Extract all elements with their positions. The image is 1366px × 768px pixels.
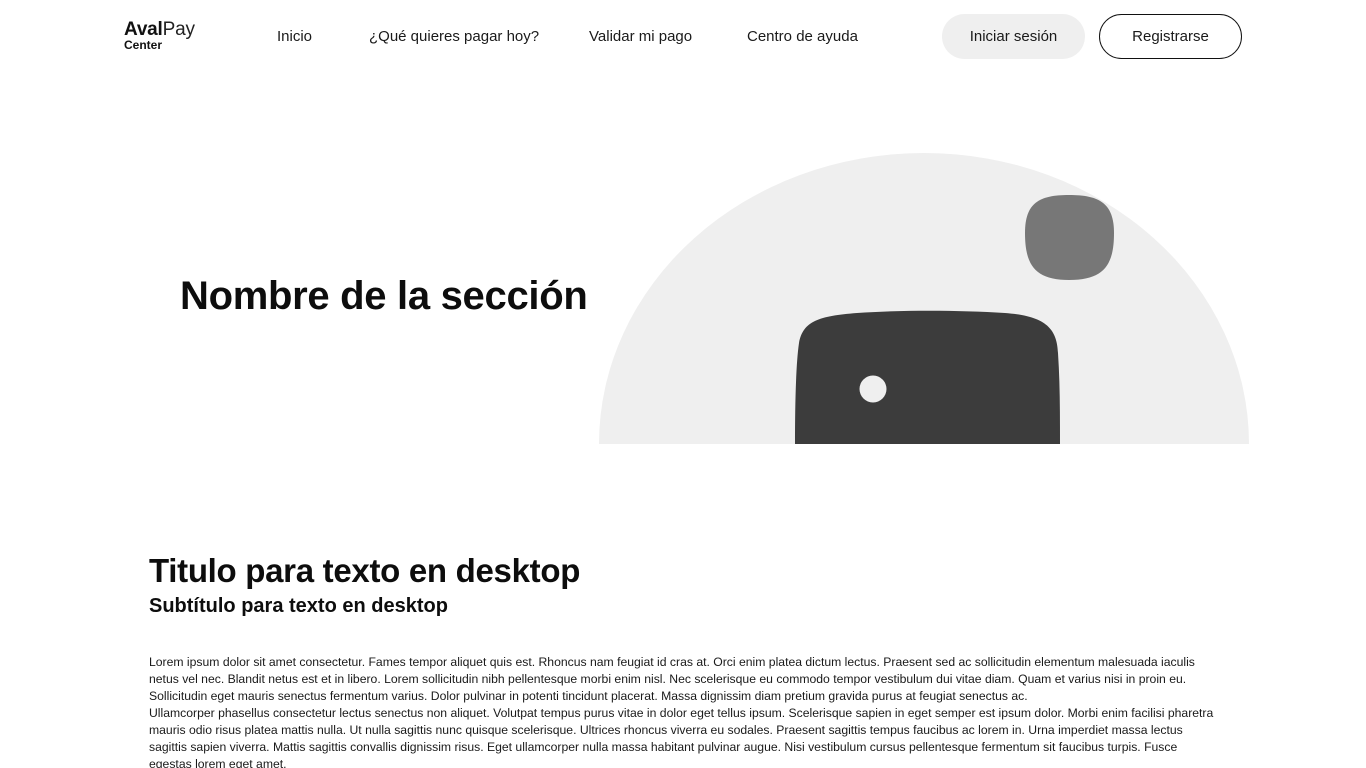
nav-link-centro-ayuda[interactable]: Centro de ayuda (747, 28, 858, 45)
nav-link-que-quieres-pagar[interactable]: ¿Qué quieres pagar hoy? (369, 28, 539, 45)
content-title: Titulo para texto en desktop (149, 552, 581, 589)
illustration-large-shape (795, 310, 1060, 444)
nav-link-inicio[interactable]: Inicio (277, 28, 312, 45)
image-placeholder-icon (599, 153, 1249, 444)
logo-word-center: Center (124, 38, 163, 52)
content-subtitle: Subtítulo para texto en desktop (149, 595, 448, 617)
illustration-small-shape (1025, 195, 1114, 280)
login-button[interactable]: Iniciar sesión (942, 14, 1085, 59)
nav-link-validar-pago[interactable]: Validar mi pago (589, 28, 692, 45)
logo-word-aval: Aval (124, 19, 163, 40)
illustration-dot (859, 375, 887, 403)
section-title: Nombre de la sección (180, 274, 588, 318)
content-paragraph: Lorem ipsum dolor sit amet consectetur. … (149, 655, 1195, 703)
site-header: AvalPay Center Inicio ¿Qué quieres pagar… (0, 0, 1366, 74)
logo-word-pay: Pay (162, 19, 195, 40)
hero-illustration (599, 153, 1249, 444)
content-paragraph: Ullamcorper phasellus consectetur lectus… (149, 706, 1214, 768)
avalpay-center-logo[interactable]: AvalPay Center (124, 20, 204, 54)
register-button[interactable]: Registrarse (1099, 14, 1242, 59)
logo-wordmark: AvalPay (124, 20, 204, 39)
content-body: Lorem ipsum dolor sit amet consectetur. … (149, 654, 1219, 768)
